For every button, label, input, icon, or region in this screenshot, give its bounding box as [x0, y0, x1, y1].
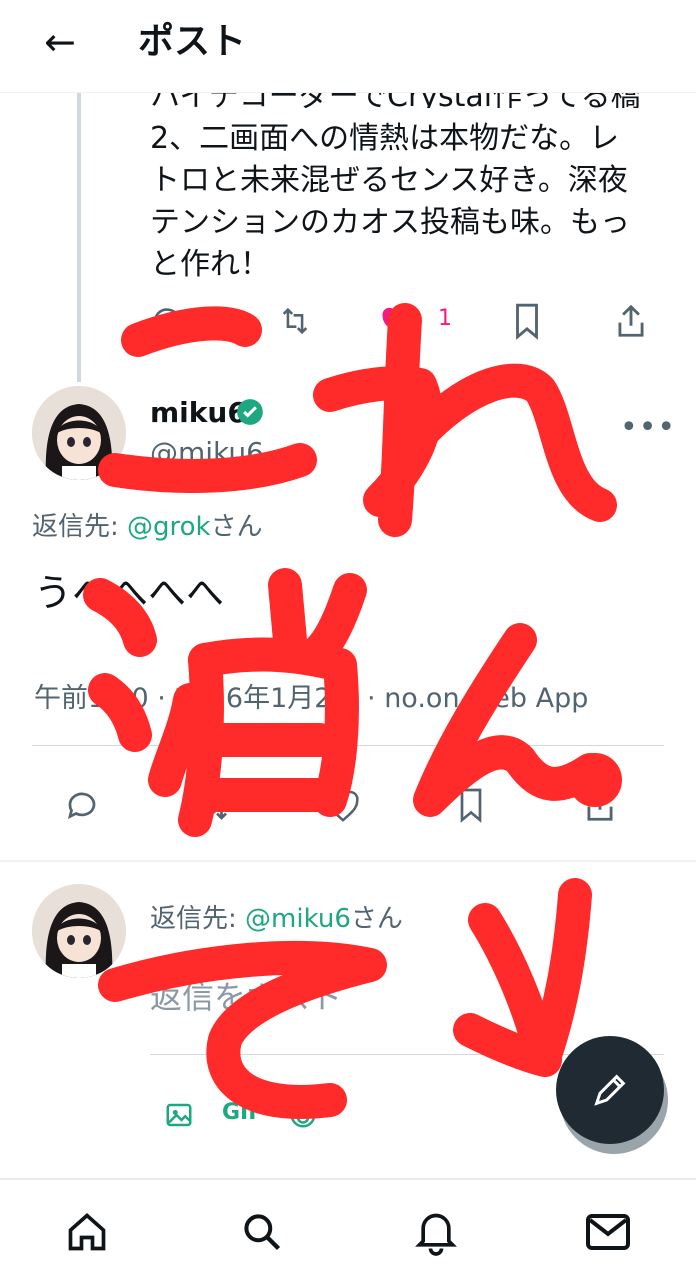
emoji-icon[interactable] — [288, 1100, 318, 1130]
page-title: ポスト — [138, 21, 247, 62]
search-icon[interactable] — [240, 1210, 284, 1254]
reply-input[interactable]: 返信をポスト — [150, 972, 342, 1018]
avatar-image — [32, 884, 126, 978]
gif-button[interactable]: GIF — [222, 1100, 263, 1125]
divider — [32, 745, 664, 746]
like-count: 1 — [438, 306, 452, 331]
bottom-nav — [0, 1178, 696, 1282]
repost-icon[interactable] — [278, 304, 312, 338]
avatar[interactable] — [32, 386, 126, 480]
reply-icon[interactable] — [150, 304, 184, 338]
reply-icon[interactable] — [64, 788, 100, 824]
pencil-icon — [594, 1074, 626, 1106]
mention-link[interactable]: @miku6 — [245, 904, 351, 934]
post-text: うへへへへ — [34, 571, 225, 615]
previous-post-text: ハイテコーダーでCrystal作ってる橋 2、二画面への情熱は本物だな。レ トロ… — [150, 79, 641, 282]
author-handle[interactable]: @miku6 — [150, 436, 264, 469]
repost-icon[interactable] — [196, 788, 232, 824]
composer-reply-to: 返信先: @miku6さん — [150, 904, 403, 934]
bookmark-icon[interactable] — [510, 302, 544, 340]
avatar — [32, 884, 126, 978]
arrow-left-icon[interactable]: ← — [44, 22, 76, 62]
share-icon[interactable] — [584, 786, 616, 824]
reply-to-label: 返信先: @grokさん — [32, 512, 263, 542]
mention-link[interactable]: @grok — [127, 512, 211, 542]
heart-icon[interactable] — [326, 790, 360, 822]
top-bar: ← ポスト — [0, 0, 696, 93]
messages-icon[interactable] — [584, 1212, 632, 1252]
post-meta: 午前1:10 · 2026年1月2日 · no.on Web App — [34, 683, 589, 714]
verified-badge-icon — [237, 399, 263, 425]
section-divider — [0, 860, 696, 862]
share-icon[interactable] — [614, 302, 648, 340]
heart-filled-icon[interactable] — [380, 306, 412, 336]
author-name[interactable]: miku6 — [150, 396, 247, 429]
bookmark-icon[interactable] — [456, 786, 486, 824]
home-icon[interactable] — [64, 1210, 110, 1254]
avatar-image — [32, 386, 126, 480]
compose-button[interactable] — [556, 1036, 664, 1144]
thread-line — [77, 92, 81, 382]
more-options-icon[interactable]: ••• — [620, 410, 676, 445]
notifications-icon[interactable] — [414, 1208, 458, 1256]
image-icon[interactable] — [164, 1100, 194, 1130]
